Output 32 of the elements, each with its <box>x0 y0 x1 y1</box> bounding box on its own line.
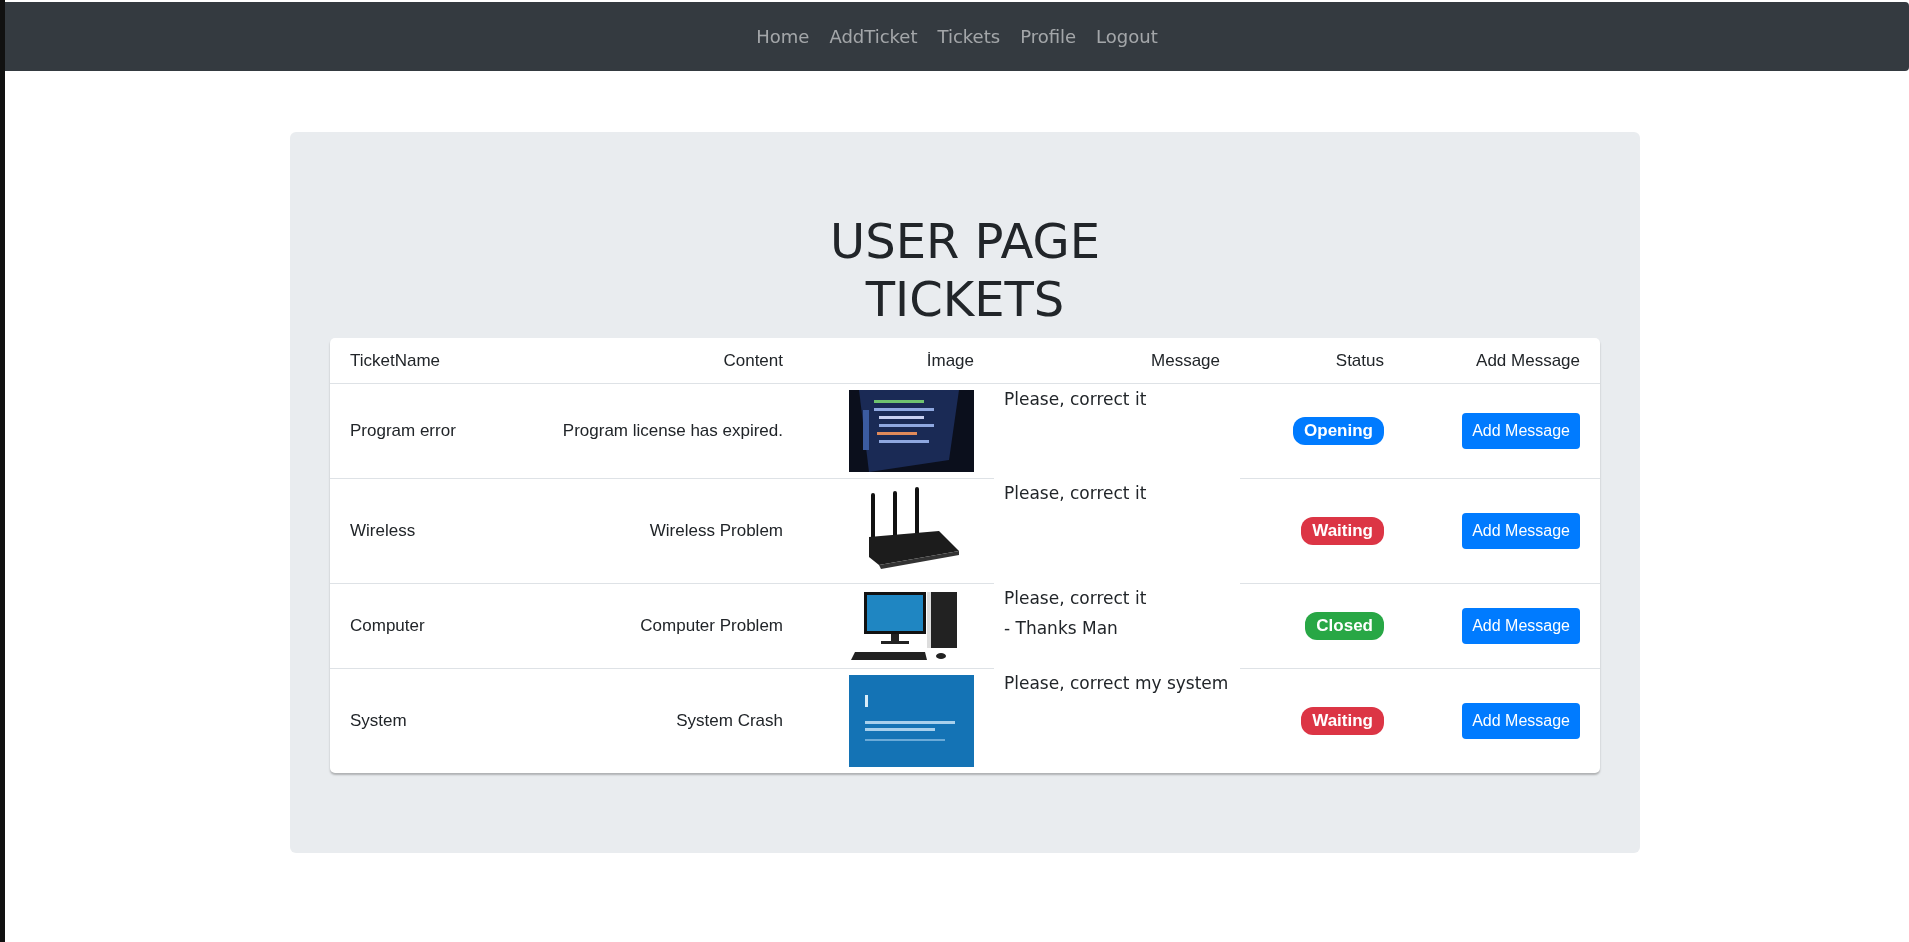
column-header: Add Message <box>1404 338 1600 384</box>
status-badge: Waiting <box>1301 707 1384 735</box>
status-badge: Closed <box>1305 612 1384 640</box>
column-header: Message <box>994 338 1240 384</box>
nav-link[interactable]: AddTicket <box>829 26 918 47</box>
table-cell-text: Program license has expired. <box>561 420 784 442</box>
table-cell: Wireless <box>330 478 520 583</box>
nav-link[interactable]: Tickets <box>937 26 1001 47</box>
page-title: USER PAGE TICKETS <box>830 212 1100 328</box>
table-cell-text: Program error <box>349 420 457 442</box>
message-text: Please, correct it - Thanks Man <box>1004 587 1148 640</box>
column-header: Status <box>1240 338 1404 384</box>
table-cell: Computer Problem <box>520 583 803 668</box>
table-cell: Computer <box>330 583 520 668</box>
add-message-button[interactable]: Add Message <box>1462 703 1580 739</box>
add-message-button[interactable]: Add Message <box>1462 413 1580 449</box>
message-text: Please, correct my system <box>1004 672 1230 695</box>
status-badge: Opening <box>1293 417 1384 445</box>
nav-link[interactable]: Home <box>756 26 810 47</box>
table-cell: System <box>330 668 520 773</box>
nav-link[interactable]: Profile <box>1020 26 1077 47</box>
status-badge: Waiting <box>1301 517 1384 545</box>
column-header: TicketName <box>330 338 520 384</box>
column-header: Content <box>520 338 803 384</box>
message-text: Please, correct it <box>1004 482 1148 505</box>
column-header: İmage <box>803 338 994 384</box>
add-message-button[interactable]: Add Message <box>1462 513 1580 549</box>
table-cell: System Crash <box>520 668 803 773</box>
table-cell: Wireless Problem <box>520 478 803 583</box>
message-text: Please, correct it <box>1004 388 1148 411</box>
nav-link[interactable]: Logout <box>1096 26 1158 47</box>
add-message-button[interactable]: Add Message <box>1462 608 1580 644</box>
